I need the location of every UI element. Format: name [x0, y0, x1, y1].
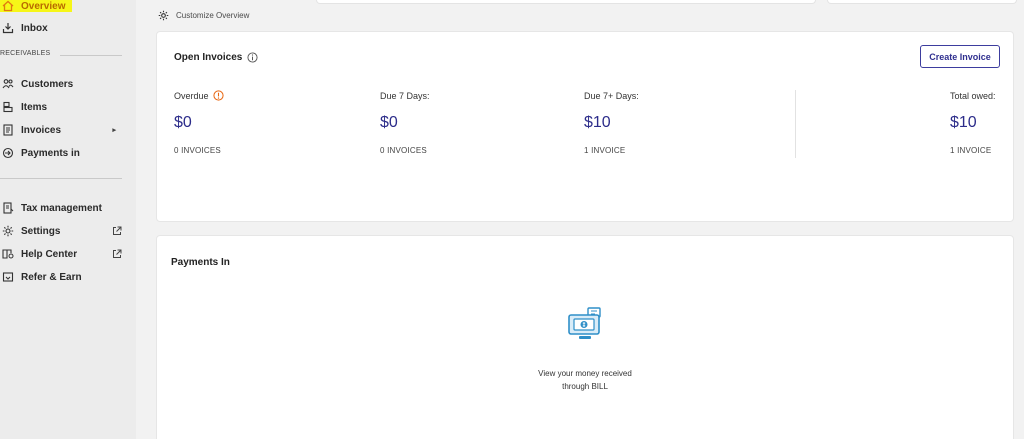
info-icon[interactable] [247, 52, 258, 63]
stat-amount-total-owed[interactable]: $10 [950, 114, 977, 132]
stat-label-due-7-days: Due 7 Days: [380, 91, 430, 101]
payments-in-empty-message: View your money received through BILL [500, 367, 670, 393]
card-title-text: Open Invoices [174, 52, 243, 63]
sidebar-item-label: Help Center [21, 248, 78, 260]
customers-icon [1, 77, 15, 91]
gear-icon [158, 10, 169, 21]
stat-amount-due-7-days[interactable]: $0 [380, 114, 398, 132]
sidebar-item-invoices[interactable]: Invoices ▸ [0, 120, 130, 140]
sidebar-item-inbox[interactable]: Inbox [0, 18, 130, 38]
empty-message-line: View your money received [538, 369, 632, 378]
sidebar-item-label: Invoices [21, 124, 62, 136]
stat-amount-due-7-plus-days[interactable]: $10 [584, 114, 611, 132]
sidebar-item-help-center[interactable]: Help Center [0, 244, 130, 264]
tax-icon [1, 201, 15, 215]
stat-label-total-owed: Total owed: [950, 91, 996, 101]
sidebar-item-label: Payments in [21, 147, 80, 159]
sidebar: Overview Inbox RECEIVABLES Customers Ite… [0, 0, 136, 439]
sidebar-item-label: Customers [21, 78, 74, 90]
gear-icon [1, 224, 15, 238]
stat-count-due-7-plus-days: 1 INVOICE [584, 146, 626, 155]
home-icon [1, 0, 15, 13]
sidebar-item-payments-in[interactable]: Payments in [0, 143, 130, 163]
stat-label-text: Due 7 Days: [380, 91, 430, 101]
sidebar-item-label: Settings [21, 225, 61, 237]
help-icon [1, 247, 15, 261]
external-link-icon [112, 226, 124, 236]
stat-label-due-7-plus-days: Due 7+ Days: [584, 91, 639, 101]
stat-count-due-7-days: 0 INVOICES [380, 146, 427, 155]
sidebar-item-settings[interactable]: Settings [0, 221, 130, 241]
sidebar-item-customers[interactable]: Customers [0, 74, 130, 94]
card-title-text: Payments In [171, 257, 230, 268]
payments-in-icon [1, 146, 15, 160]
sidebar-item-items[interactable]: Items [0, 97, 130, 117]
customize-overview-link[interactable]: Customize Overview [158, 10, 249, 21]
alert-icon [212, 90, 224, 101]
stat-label-text: Overdue [174, 90, 209, 101]
sidebar-item-label: Refer & Earn [21, 271, 82, 283]
sidebar-item-label: Overview [21, 0, 66, 12]
money-received-icon [568, 307, 601, 339]
open-invoices-title: Open Invoices [174, 52, 258, 63]
sidebar-item-refer-earn[interactable]: Refer & Earn [0, 267, 130, 287]
invoices-icon [1, 123, 15, 137]
sidebar-item-overview[interactable]: Overview [0, 0, 130, 16]
stat-count-total-owed: 1 INVOICE [950, 146, 992, 155]
stat-label-text: Due 7+ Days: [584, 91, 639, 101]
top-card-stub [827, 0, 1017, 4]
gift-icon [1, 270, 15, 284]
external-link-icon [112, 249, 124, 259]
sidebar-item-label: Items [21, 101, 48, 113]
stat-label-text: Total owed: [950, 91, 996, 101]
customize-overview-label: Customize Overview [176, 11, 250, 20]
sidebar-divider [0, 178, 122, 179]
section-label-receivables: RECEIVABLES [0, 50, 51, 57]
sidebar-item-label: Tax management [21, 202, 102, 214]
section-divider [60, 55, 122, 56]
items-icon [1, 100, 15, 114]
sidebar-item-label: Inbox [21, 22, 48, 34]
stat-count-overdue: 0 INVOICES [174, 146, 221, 155]
inbox-icon [1, 21, 15, 35]
sidebar-item-tax-management[interactable]: Tax management [0, 198, 130, 218]
create-invoice-button[interactable]: Create Invoice [920, 45, 1000, 68]
stat-label-overdue: Overdue [174, 90, 224, 101]
payments-in-title: Payments In [171, 257, 230, 268]
stat-divider [795, 90, 796, 158]
stat-amount-overdue[interactable]: $0 [174, 114, 192, 132]
chevron-right-icon: ▸ [112, 127, 116, 134]
empty-message-line: through BILL [562, 382, 608, 391]
top-card-stub [316, 0, 816, 4]
